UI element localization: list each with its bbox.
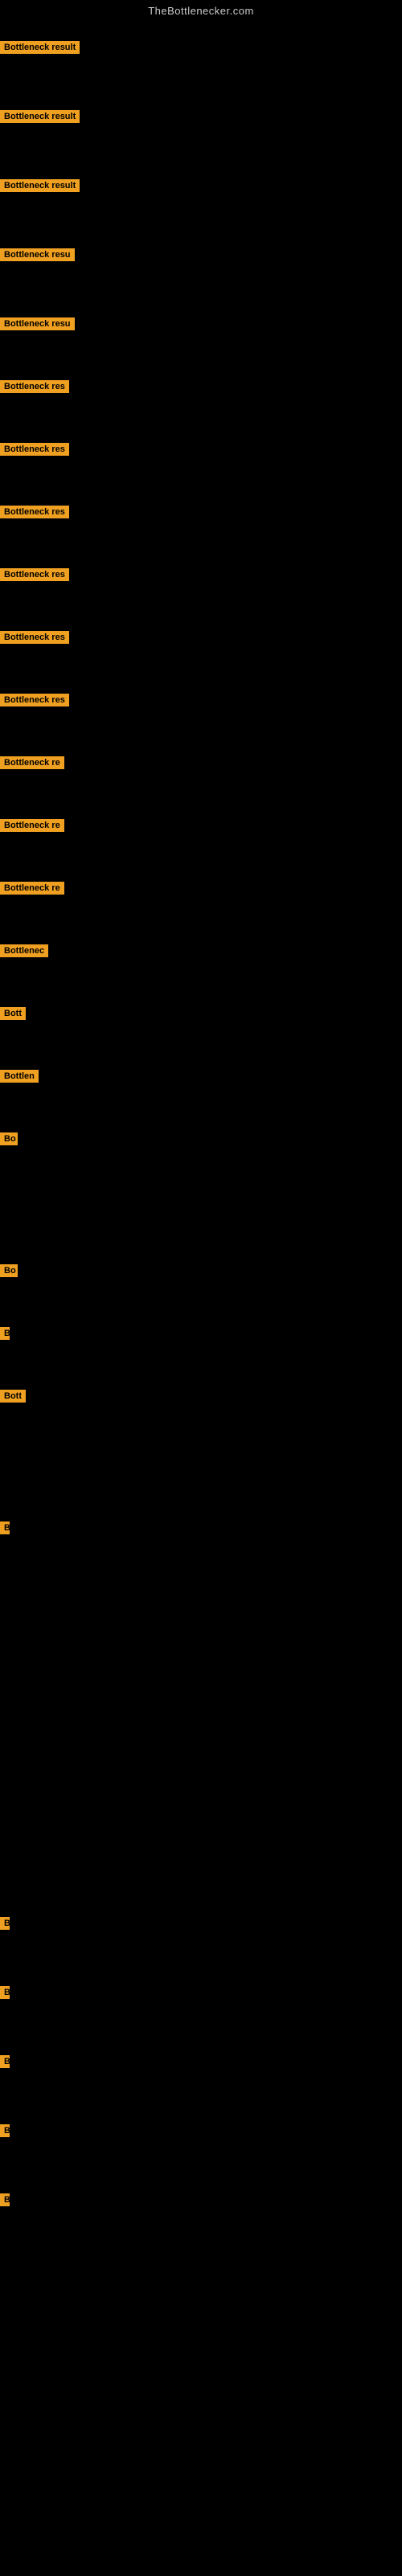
bottleneck-badge: Bottleneck re: [0, 819, 64, 832]
bottleneck-badge: Bottleneck result: [0, 41, 80, 54]
bottleneck-badge: B: [0, 1917, 10, 1930]
bottleneck-badge: B: [0, 2124, 10, 2137]
site-title: TheBottlenecker.com: [0, 0, 402, 20]
bottleneck-badge: Bottleneck res: [0, 694, 69, 706]
bottleneck-badge: Bottleneck resu: [0, 248, 75, 261]
bottleneck-badge: B: [0, 1521, 10, 1534]
bottleneck-badge: Bottleneck result: [0, 179, 80, 192]
bottleneck-badge: Bottleneck re: [0, 756, 64, 769]
bottleneck-badge: B: [0, 2055, 10, 2068]
bottleneck-badge: Bo: [0, 1132, 18, 1145]
bottleneck-badge: Bottleneck res: [0, 443, 69, 456]
bottleneck-badge: Bottleneck result: [0, 110, 80, 123]
bottleneck-badge: B: [0, 1327, 10, 1340]
bottleneck-badge: Bottlenec: [0, 944, 48, 957]
bottleneck-badge: Bottleneck res: [0, 631, 69, 644]
bottleneck-badge: Bottleneck res: [0, 380, 69, 393]
bottleneck-badge: Bottlen: [0, 1070, 39, 1083]
bottleneck-badge: Bo: [0, 1264, 18, 1277]
bottleneck-badge: Bottleneck re: [0, 882, 64, 895]
bottleneck-badge: Bott: [0, 1007, 26, 1020]
bottleneck-badge: B: [0, 2193, 10, 2206]
bottleneck-badge: B: [0, 1986, 10, 1999]
bottleneck-badge: Bottleneck resu: [0, 317, 75, 330]
bottleneck-badge: Bottleneck res: [0, 568, 69, 581]
bottleneck-badge: Bott: [0, 1390, 26, 1403]
bottleneck-badge: Bottleneck res: [0, 506, 69, 518]
